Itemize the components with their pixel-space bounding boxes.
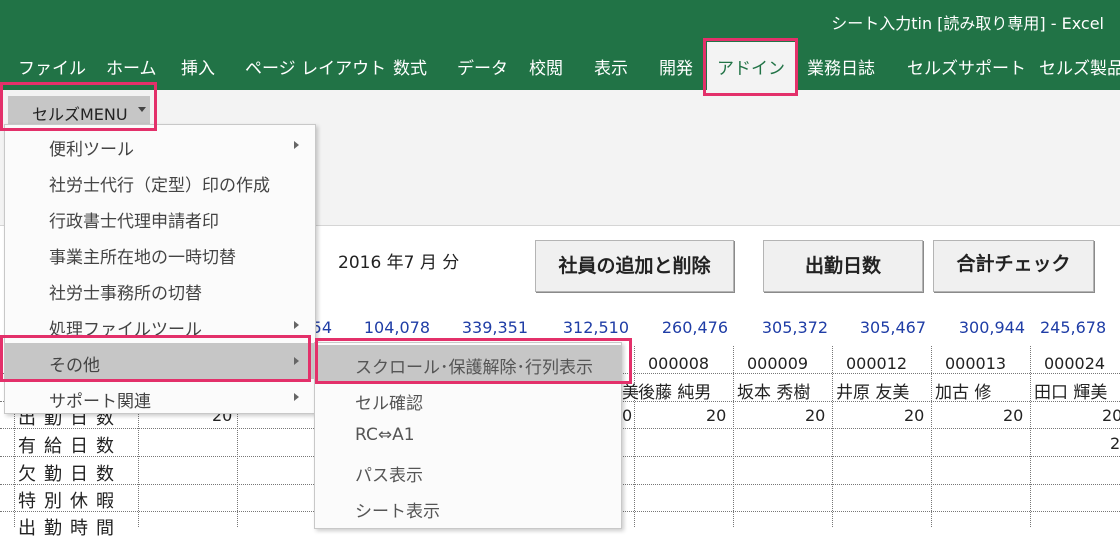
cells-menu-label: セルズMENU [32, 105, 128, 124]
grid-line [931, 346, 932, 527]
attendance-value: 20 [706, 406, 727, 425]
total-check-button[interactable]: 合計チェック [933, 240, 1094, 292]
attendance-value: 0 [622, 406, 633, 425]
total-cell: 312,510 [562, 318, 629, 337]
tab-formulas[interactable]: 数式 [393, 54, 427, 79]
tab-gyomu-nisshi[interactable]: 業務日誌 [807, 54, 875, 79]
chevron-right-icon [294, 393, 299, 401]
menu-item-label: 行政書士代理申請者印 [49, 212, 219, 232]
employee-name: 坂本 秀樹 [737, 383, 811, 403]
tab-addins[interactable]: アドイン [707, 42, 795, 90]
menu-item-label: その他 [49, 356, 100, 376]
employee-id: 000008 [648, 354, 710, 373]
window-title: シート入力tin [読み取り専用] - Excel [831, 14, 1104, 33]
grid-line [1030, 346, 1031, 527]
grid-line [733, 346, 734, 527]
menu-item-employer-address-switch[interactable]: 事業主所在地の一時切替 [5, 235, 315, 271]
submenu-item-label: スクロール･保護解除･行列表示 [355, 358, 593, 378]
total-cell: 339,351 [461, 318, 528, 337]
chevron-down-icon [138, 107, 146, 112]
menu-item-file-tools[interactable]: 処理ファイルツール [5, 307, 315, 343]
month-label: 2016 年7 月 分 [338, 253, 460, 273]
tab-cells-products[interactable]: セルズ製品 [1039, 54, 1120, 79]
partial-name: 美 [622, 383, 639, 403]
menu-item-label: 社労士事務所の切替 [49, 284, 202, 304]
menu-item-useful-tools[interactable]: 便利ツール [5, 127, 315, 163]
menu-item-label: サポート関連 [49, 392, 151, 412]
employee-id: 000024 [1044, 354, 1106, 373]
total-cell: 245,678 [1040, 318, 1107, 337]
total-cell: 305,372 [761, 318, 828, 337]
employee-id: 000012 [846, 354, 908, 373]
chevron-right-icon [294, 321, 299, 329]
submenu-item-cell-check[interactable]: セル確認 [315, 381, 621, 417]
other-submenu: スクロール･保護解除･行列表示 セル確認 RC⇔A1 パス表示 シート表示 [314, 342, 622, 529]
attendance-value: 20 [1102, 406, 1120, 425]
menu-item-other[interactable]: その他 [5, 343, 315, 379]
submenu-item-scroll-unprotect[interactable]: スクロール･保護解除･行列表示 [315, 345, 621, 381]
title-bar: シート入力tin [読み取り専用] - Excel [0, 0, 1120, 42]
menu-item-label: 事業主所在地の一時切替 [49, 248, 236, 268]
submenu-item-rc-a1[interactable]: RC⇔A1 [315, 417, 621, 453]
row-label-work-hours: 出勤時間 [18, 518, 122, 539]
submenu-item-sheet-display[interactable]: シート表示 [315, 489, 621, 525]
row-label-paid-leave-days: 有給日数 [18, 436, 122, 457]
employee-name: 後藤 純男 [638, 383, 712, 403]
employee-id: 000013 [945, 354, 1007, 373]
total-cell: 260,476 [661, 318, 728, 337]
submenu-item-path-display[interactable]: パス表示 [315, 453, 621, 489]
attendance-value: 20 [805, 406, 826, 425]
tab-home[interactable]: ホーム [106, 54, 157, 79]
menu-item-office-switch[interactable]: 社労士事務所の切替 [5, 271, 315, 307]
tab-review[interactable]: 校閲 [529, 54, 563, 79]
grid-line [634, 346, 635, 527]
row-label-special-leave: 特別休暇 [18, 491, 122, 512]
chevron-right-icon [294, 357, 299, 365]
add-remove-employee-button[interactable]: 社員の追加と削除 [535, 240, 734, 292]
tab-cells-support[interactable]: セルズサポート [907, 54, 1026, 79]
row-label-absence-days: 欠勤日数 [18, 464, 122, 485]
menu-item-seal-sharoushi[interactable]: 社労士代行（定型）印の作成 [5, 163, 315, 199]
total-cell: 104,078 [363, 318, 430, 337]
employee-name: 井原 友美 [836, 383, 910, 403]
total-cell: 300,944 [958, 318, 1025, 337]
submenu-item-label: セル確認 [355, 394, 423, 414]
tab-data[interactable]: データ [457, 54, 508, 79]
tab-file[interactable]: ファイル [18, 54, 86, 79]
submenu-item-label: RC⇔A1 [355, 425, 415, 445]
tab-view[interactable]: 表示 [594, 54, 628, 79]
employee-id: 000009 [747, 354, 809, 373]
total-cell: 305,467 [859, 318, 926, 337]
tab-insert[interactable]: 挿入 [181, 54, 215, 79]
tab-page-layout[interactable]: ページ レイアウト [245, 54, 386, 79]
submenu-item-label: シート表示 [355, 502, 440, 522]
menu-item-label: 便利ツール [49, 140, 134, 160]
attendance-days-button[interactable]: 出勤日数 [763, 240, 923, 292]
grid-line [237, 400, 238, 527]
ribbon-tab-bar: ファイル ホーム 挿入 ページ レイアウト 数式 データ 校閲 表示 開発 業務… [0, 42, 1120, 90]
tab-developer[interactable]: 開発 [659, 54, 693, 79]
attendance-value: 20 [1003, 406, 1024, 425]
submenu-item-label: パス表示 [355, 466, 423, 486]
menu-item-label: 処理ファイルツール [49, 320, 202, 340]
tab-addins-label: アドイン [717, 59, 785, 79]
attendance-value: 20 [904, 406, 925, 425]
employee-name: 加古 修 [935, 383, 992, 403]
menu-item-support[interactable]: サポート関連 [5, 379, 315, 415]
chevron-right-icon [294, 141, 299, 149]
grid-line [832, 346, 833, 527]
paid-leave-value: 2 [1110, 434, 1120, 453]
menu-item-seal-gyoseishoshi[interactable]: 行政書士代理申請者印 [5, 199, 315, 235]
employee-name: 田口 輝美 [1034, 383, 1108, 403]
menu-item-label: 社労士代行（定型）印の作成 [49, 176, 270, 196]
grid-line [138, 400, 139, 527]
grid-line [14, 400, 15, 527]
cells-menu-button[interactable]: セルズMENU [8, 96, 150, 126]
cells-menu-dropdown: 便利ツール 社労士代行（定型）印の作成 行政書士代理申請者印 事業主所在地の一時… [4, 124, 316, 414]
